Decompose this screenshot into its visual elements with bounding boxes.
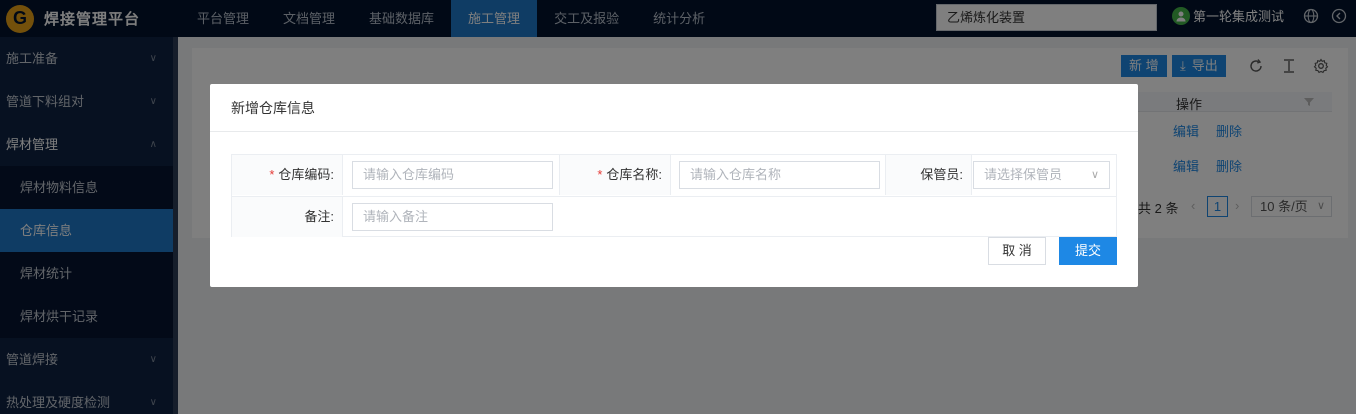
warehouse-name-label: * 仓库名称: (560, 155, 670, 195)
keeper-label: 保管员: (886, 155, 971, 195)
label-text: 仓库编码: (278, 167, 334, 182)
divider (342, 197, 343, 237)
form-row: * 仓库编码: 请输入仓库编码 * 仓库名称: 请输入仓库名称 保管员: 请选择保管… (232, 155, 1116, 196)
divider (670, 155, 671, 195)
warehouse-form: * 仓库编码: 请输入仓库编码 * 仓库名称: 请输入仓库名称 保管员: 请选择保管… (231, 154, 1117, 237)
warehouse-name-input[interactable]: 请输入仓库名称 (679, 161, 880, 189)
label-text: 仓库名称: (606, 167, 662, 182)
chevron-down-icon: ∨ (1090, 169, 1099, 181)
remark-label: 备注: (232, 197, 342, 237)
form-row: 备注: 请输入备注 (232, 196, 1116, 237)
warehouse-code-input[interactable]: 请输入仓库编码 (352, 161, 553, 189)
add-warehouse-dialog: 新增仓库信息 * 仓库编码: 请输入仓库编码 * 仓库名称: 请输入仓库名称 保管员… (210, 84, 1138, 287)
warehouse-code-label: * 仓库编码: (232, 155, 342, 195)
divider (971, 155, 972, 195)
keeper-placeholder: 请选择保管员 (984, 167, 1063, 182)
required-mark: * (269, 167, 275, 182)
divider (342, 155, 343, 195)
remark-input[interactable]: 请输入备注 (352, 203, 553, 231)
required-mark: * (597, 167, 603, 182)
keeper-select[interactable]: 请选择保管员 ∨ (973, 161, 1110, 189)
dialog-title: 新增仓库信息 (210, 84, 1138, 132)
cancel-button[interactable]: 取 消 (988, 237, 1046, 265)
submit-button[interactable]: 提交 (1059, 237, 1117, 265)
